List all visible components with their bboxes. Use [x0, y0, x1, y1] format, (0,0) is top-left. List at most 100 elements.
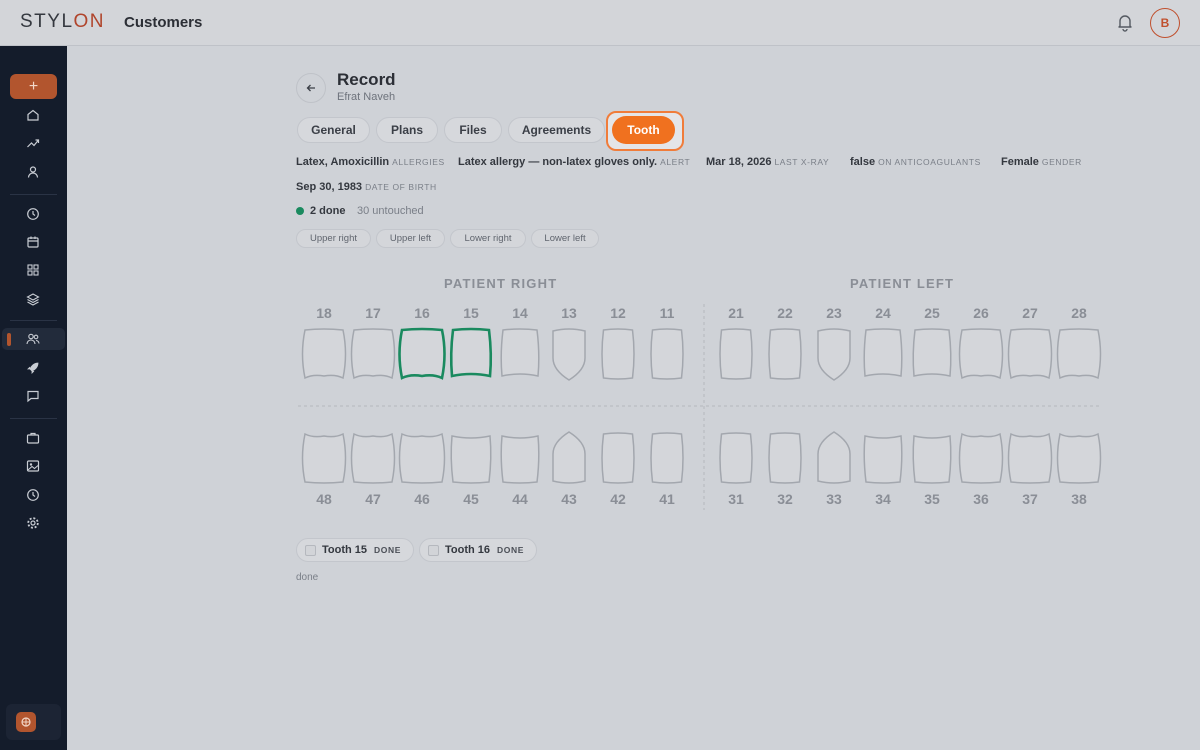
tooth-44[interactable] [500, 435, 540, 484]
tooth-18[interactable] [301, 328, 347, 380]
tooth-46[interactable] [398, 432, 446, 484]
tab-tooth[interactable]: Tooth [612, 116, 675, 144]
active-indicator [7, 333, 11, 346]
tooth-47[interactable] [350, 432, 396, 484]
tooth-43[interactable] [552, 431, 586, 484]
tooth-number-27: 27 [1022, 305, 1038, 321]
tooth-12[interactable] [601, 328, 635, 380]
sidebar-divider [10, 320, 57, 321]
tooth-number-22: 22 [777, 305, 793, 321]
tooth-number-44: 44 [512, 491, 528, 507]
tooth-23[interactable] [817, 328, 851, 381]
tooth-number-32: 32 [777, 491, 793, 507]
notification-bell-icon[interactable] [1115, 12, 1135, 32]
tooth-24[interactable] [863, 328, 903, 377]
quadrant-lower-right[interactable]: Lower right [450, 229, 526, 248]
tooth-number-17: 17 [365, 305, 381, 321]
quadrant-upper-right[interactable]: Upper right [296, 229, 371, 248]
rocket-icon[interactable] [24, 359, 42, 377]
tooth-33[interactable] [817, 431, 851, 484]
tooth-25[interactable] [912, 328, 952, 377]
image-icon[interactable] [24, 457, 42, 475]
tooth-35[interactable] [912, 435, 952, 484]
user-icon[interactable] [24, 163, 42, 181]
tooth-number-13: 13 [561, 305, 577, 321]
tooth-number-38: 38 [1071, 491, 1087, 507]
briefcase-icon[interactable] [24, 429, 42, 447]
patient-name: Efrat Naveh [337, 91, 396, 103]
quadrant-lower-left[interactable]: Lower left [531, 229, 599, 248]
tooth-number-15: 15 [463, 305, 479, 321]
tooth-number-33: 33 [826, 491, 842, 507]
sidebar-divider [10, 194, 57, 195]
back-button[interactable] [296, 73, 326, 103]
tooth-number-25: 25 [924, 305, 940, 321]
tooth-21[interactable] [719, 328, 753, 380]
tooth-number-26: 26 [973, 305, 989, 321]
tooth-27[interactable] [1007, 328, 1053, 380]
tab-plans[interactable]: Plans [376, 117, 438, 143]
tooth-28[interactable] [1056, 328, 1102, 380]
tooth-number-16: 16 [414, 305, 430, 321]
tooth-41[interactable] [650, 432, 684, 484]
create-new-button[interactable]: + [10, 74, 57, 99]
tab-agreements[interactable]: Agreements [508, 117, 605, 143]
tooth-22[interactable] [768, 328, 802, 380]
page-title: Customers [124, 14, 203, 31]
tooth-34[interactable] [863, 435, 903, 484]
tooth-42[interactable] [601, 432, 635, 484]
tooth-chip-15[interactable]: Tooth 15 DONE [296, 538, 414, 562]
layers-icon[interactable] [24, 290, 42, 308]
tab-general[interactable]: General [297, 117, 370, 143]
tooth-14[interactable] [500, 328, 540, 377]
trending-icon[interactable] [24, 134, 42, 152]
tooth-number-23: 23 [826, 305, 842, 321]
tooth-17[interactable] [350, 328, 396, 380]
sidebar-divider [10, 418, 57, 419]
tooth-15[interactable] [449, 327, 493, 378]
app-switcher-icon[interactable] [16, 712, 36, 732]
tooth-16[interactable] [398, 327, 446, 380]
tooth-number-12: 12 [610, 305, 626, 321]
grid-icon[interactable] [24, 261, 42, 279]
tooth-chip-16[interactable]: Tooth 16 DONE [419, 538, 537, 562]
top-bar: STYLON Customers B [0, 0, 1200, 46]
tooth-38[interactable] [1056, 432, 1102, 484]
tooth-37[interactable] [1007, 432, 1053, 484]
tooth-number-21: 21 [728, 305, 744, 321]
tab-files[interactable]: Files [444, 117, 502, 143]
user-avatar[interactable]: B [1150, 8, 1180, 38]
logo[interactable]: STYLON [20, 11, 105, 33]
tooth-15-checkbox[interactable] [305, 544, 316, 556]
tooth-number-24: 24 [875, 305, 891, 321]
last-xray-info: Mar 18, 2026 LAST X-RAY [706, 156, 830, 168]
history-icon[interactable] [24, 486, 42, 504]
tooth-36[interactable] [958, 432, 1004, 484]
home-icon[interactable] [24, 106, 42, 124]
settings-gear-icon[interactable] [24, 514, 42, 532]
patient-right-label: PATIENT RIGHT [444, 276, 558, 291]
tooth-number-18: 18 [316, 305, 332, 321]
tooth-number-35: 35 [924, 491, 940, 507]
tooth-26[interactable] [958, 328, 1004, 380]
tooth-31[interactable] [719, 432, 753, 484]
tooth-number-43: 43 [561, 491, 577, 507]
tooth-number-14: 14 [512, 305, 528, 321]
tooth-11[interactable] [650, 328, 684, 380]
clock-icon[interactable] [24, 205, 42, 223]
allergies-info: Latex, Amoxicillin ALLERGIES [296, 156, 445, 168]
date-of-birth-info: Sep 30, 1983 DATE OF BIRTH [296, 181, 437, 193]
footer-status-text: done [296, 572, 319, 583]
calendar-icon[interactable] [24, 233, 42, 251]
tooth-45[interactable] [450, 435, 492, 484]
tooth-number-48: 48 [316, 491, 332, 507]
tooth-32[interactable] [768, 432, 802, 484]
message-icon[interactable] [24, 387, 42, 405]
tooth-16-checkbox[interactable] [428, 544, 439, 556]
quadrant-upper-left[interactable]: Upper left [376, 229, 445, 248]
tooth-13[interactable] [552, 328, 586, 381]
done-status-dot [296, 207, 304, 215]
tooth-48[interactable] [301, 432, 347, 484]
customers-icon[interactable] [24, 330, 42, 348]
tooth-number-31: 31 [728, 491, 744, 507]
